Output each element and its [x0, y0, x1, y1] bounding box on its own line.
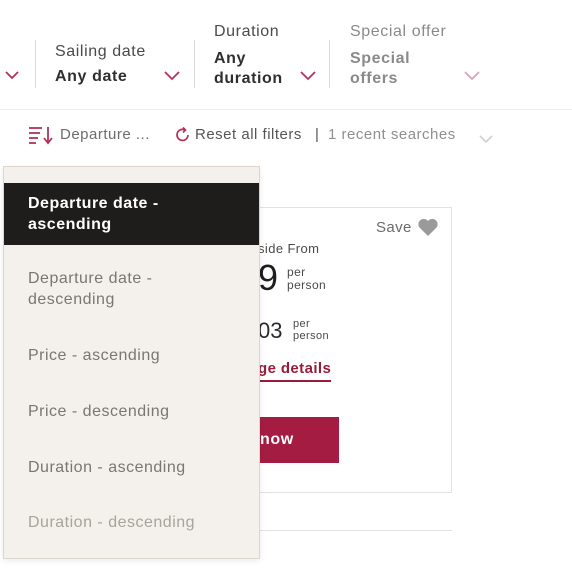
- filter-divider: [329, 40, 330, 88]
- filter-special-offer-value-line1: Special: [350, 50, 411, 67]
- per-person-label: per person: [287, 266, 326, 292]
- reset-icon[interactable]: [175, 127, 191, 143]
- sort-option-departure-desc[interactable]: Departure date - descending: [4, 268, 259, 310]
- sort-dropdown: Departure date - ascending Departure dat…: [3, 166, 260, 559]
- cruise-details-link[interactable]: ge details: [258, 360, 332, 382]
- sort-option-label: descending: [28, 291, 115, 308]
- filter-divider: [194, 40, 195, 88]
- per-person-secondary-label: per person: [293, 318, 329, 342]
- filter-duration-label: Duration: [214, 23, 280, 40]
- inside-from-label: side From: [258, 241, 320, 256]
- filter-special-offer-label: Special offer: [350, 23, 447, 40]
- chevron-down-icon[interactable]: [299, 70, 317, 81]
- sort-icon[interactable]: [28, 125, 54, 145]
- chevron-down-icon[interactable]: [4, 70, 20, 80]
- filter-sailing-date-value: Any date: [55, 68, 128, 85]
- sort-row: Departure ... Reset all filters | 1 rece…: [0, 122, 572, 148]
- reset-filters-link[interactable]: Reset all filters: [195, 126, 302, 144]
- price-main: 9: [258, 257, 279, 298]
- per-person-secondary-line1: per: [293, 318, 311, 330]
- sort-selected-label[interactable]: Departure ...: [60, 126, 150, 144]
- sort-option-departure-asc[interactable]: Departure date - ascending: [4, 183, 259, 245]
- filter-sailing-date[interactable]: Sailing date Any date: [55, 42, 146, 87]
- sort-option-duration-asc[interactable]: Duration - ascending: [4, 457, 259, 478]
- filter-duration-value-line1: Any: [214, 50, 247, 67]
- chevron-down-icon[interactable]: [478, 134, 494, 144]
- filter-duration-value-line2: duration: [214, 70, 283, 87]
- filter-sailing-date-label: Sailing date: [55, 43, 146, 60]
- recent-searches-link[interactable]: 1 recent searches: [328, 126, 456, 144]
- book-now-button[interactable]: now: [250, 417, 339, 463]
- separator: |: [315, 126, 320, 143]
- sort-option-price-desc[interactable]: Price - descending: [4, 401, 259, 422]
- next-card: [250, 530, 452, 570]
- chevron-down-icon[interactable]: [463, 70, 481, 81]
- per-person-line2: person: [287, 278, 327, 292]
- save-label[interactable]: Save: [376, 219, 412, 236]
- sort-option-price-asc[interactable]: Price - ascending: [4, 345, 259, 366]
- filter-divider: [35, 40, 36, 88]
- filter-special-offer-value-line2: offers: [350, 70, 399, 87]
- filter-special-offer[interactable]: Special offer Special offers: [350, 22, 446, 89]
- sort-option-duration-desc[interactable]: Duration - descending: [4, 512, 259, 533]
- chevron-down-icon[interactable]: [163, 70, 181, 81]
- price-secondary: 03: [258, 318, 283, 343]
- sort-option-label: Departure date -: [28, 195, 159, 212]
- sort-option-label: Departure date -: [28, 270, 153, 287]
- filter-bar: Sailing date Any date Duration Any durat…: [0, 0, 572, 110]
- heart-icon[interactable]: [417, 217, 439, 237]
- filter-duration[interactable]: Duration Any duration: [214, 22, 283, 89]
- per-person-secondary-line2: person: [293, 330, 330, 342]
- sort-option-label: ascending: [28, 216, 112, 233]
